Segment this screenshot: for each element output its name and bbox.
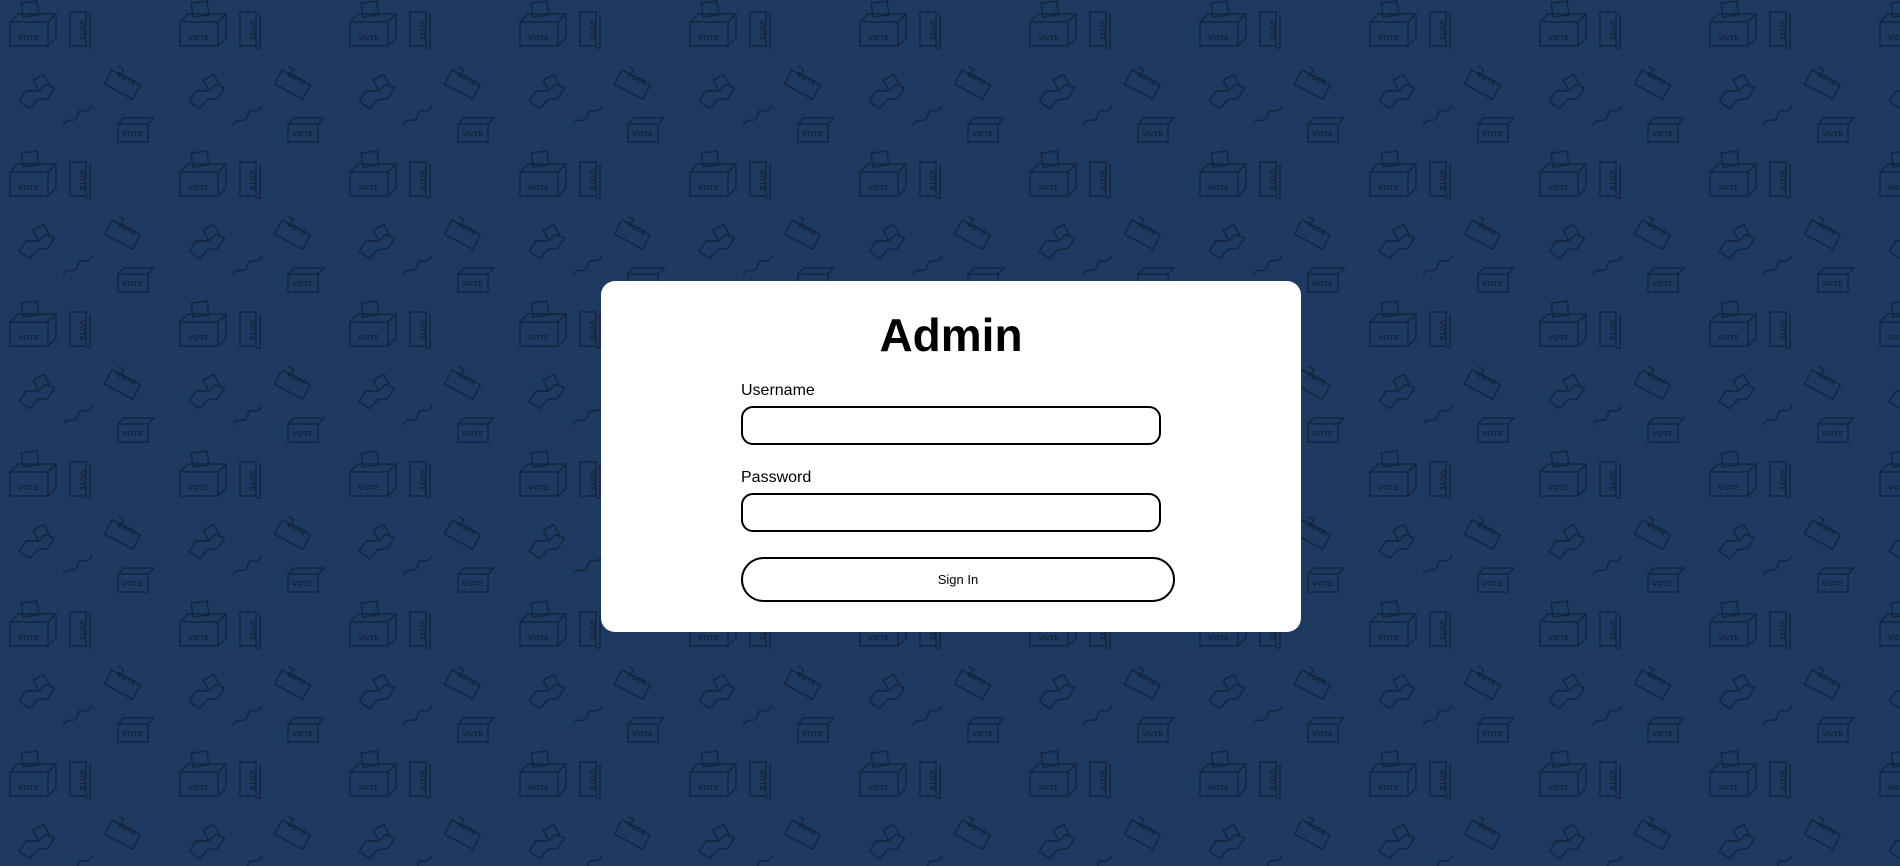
password-label: Password [741,469,812,486]
page-title: Admin [879,309,1023,361]
username-label: Username [741,382,815,399]
login-card: Admin Username Password Sign In [601,281,1301,632]
username-input[interactable] [741,406,1161,445]
password-input[interactable] [741,493,1161,532]
sign-in-button[interactable]: Sign In [741,557,1175,602]
